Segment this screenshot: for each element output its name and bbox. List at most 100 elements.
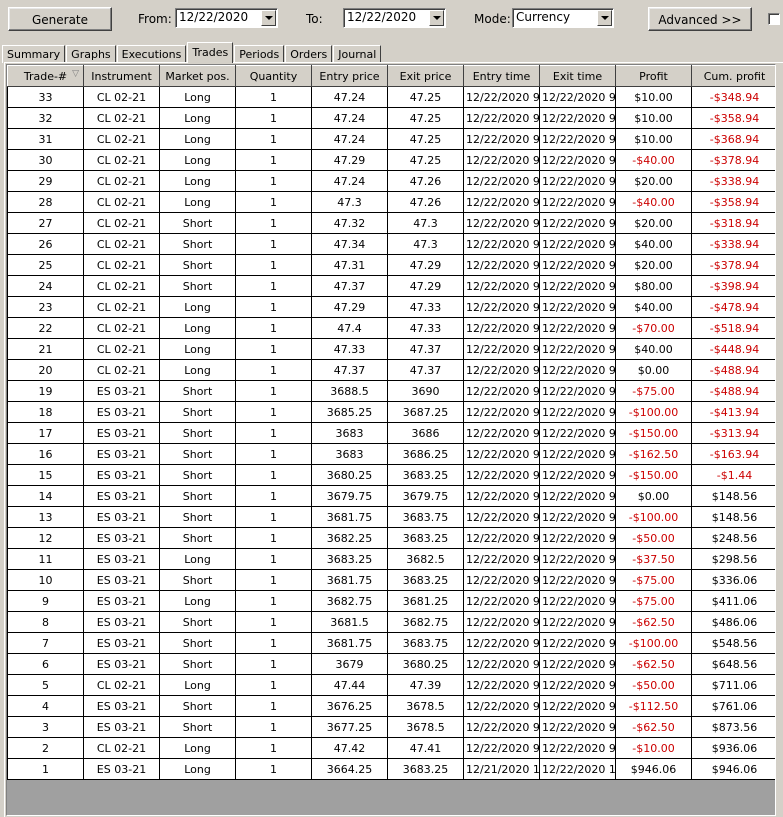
table-row[interactable]: 24 CL 02-21 Short 1 47.37 47.29 12/22/2020 9: 1…	[7, 275, 775, 297]
table-cell: 1	[235, 674, 312, 696]
table-cell: 12/22/2020 9:	[463, 170, 540, 192]
table-cell: 12/22/2020 9:	[463, 548, 540, 570]
table-cell: 47.41	[387, 737, 464, 759]
table-cell: 12/22/2020 9:	[539, 506, 616, 528]
table-row[interactable]: 10 ES 03-21 Short 1 3681.75 3683.25 12/22/2020…	[7, 569, 775, 591]
table-row[interactable]: 16 ES 03-21 Short 1 3683 3686.25 12/22/2020 9:…	[7, 443, 775, 465]
table-row[interactable]: 23 CL 02-21 Long 1 47.29 47.33 12/22/2020 9: 12…	[7, 296, 775, 318]
table-row[interactable]: 7 ES 03-21 Short 1 3681.75 3683.75 12/22/2020 …	[7, 632, 775, 654]
table-cell: ES 03-21	[83, 590, 160, 612]
table-cell: $873.56	[691, 716, 775, 738]
table-cell: Short	[159, 422, 236, 444]
table-row[interactable]: 27 CL 02-21 Short 1 47.32 47.3 12/22/2020 9: 12…	[7, 212, 775, 234]
table-row[interactable]: 22 CL 02-21 Long 1 47.4 47.33 12/22/2020 9: 12/…	[7, 317, 775, 339]
table-row[interactable]: 12 ES 03-21 Short 1 3682.25 3683.25 12/22/2020…	[7, 527, 775, 549]
table-row[interactable]: 8 ES 03-21 Short 1 3681.5 3682.75 12/22/2020 9…	[7, 611, 775, 633]
table-cell: Long	[159, 359, 236, 381]
table-cell: CL 02-21	[83, 338, 160, 360]
table-cell: 1	[235, 548, 312, 570]
table-row[interactable]: 6 ES 03-21 Short 1 3679 3680.25 12/22/2020 9: 1…	[7, 653, 775, 675]
table-cell: ES 03-21	[83, 464, 160, 486]
tab-executions[interactable]: Executions	[116, 45, 187, 63]
trades-grid[interactable]: Trade-# ▽ Instrument Market pos. Quantity Ent…	[6, 64, 776, 816]
table-cell: 12/22/2020 9:	[539, 86, 616, 108]
column-header[interactable]: Cum. profit	[691, 65, 775, 87]
column-header[interactable]: Profit	[615, 65, 692, 87]
table-row[interactable]: 15 ES 03-21 Short 1 3680.25 3683.25 12/22/2020…	[7, 464, 775, 486]
column-header[interactable]: Instrument	[83, 65, 160, 87]
table-row[interactable]: 26 CL 02-21 Short 1 47.34 47.3 12/22/2020 9: 12…	[7, 233, 775, 255]
table-row[interactable]: 13 ES 03-21 Short 1 3681.75 3683.75 12/22/2020…	[7, 506, 775, 528]
table-row[interactable]: 11 ES 03-21 Long 1 3683.25 3682.5 12/22/2020 9…	[7, 548, 775, 570]
tab-orders[interactable]: Orders	[285, 45, 333, 63]
table-cell: Short	[159, 254, 236, 276]
advanced-button[interactable]: Advanced >>	[648, 7, 752, 31]
table-row[interactable]: 25 CL 02-21 Short 1 47.31 47.29 12/22/2020 9: 1…	[7, 254, 775, 276]
table-cell: 1	[235, 296, 312, 318]
table-row[interactable]: 20 CL 02-21 Long 1 47.37 47.37 12/22/2020 9: 12…	[7, 359, 775, 381]
table-row[interactable]: 3 ES 03-21 Short 1 3677.25 3678.5 12/22/2020 9…	[7, 716, 775, 738]
tab-graphs[interactable]: Graphs	[66, 45, 116, 63]
table-cell: 3687.25	[387, 401, 464, 423]
column-header[interactable]: Quantity	[235, 65, 312, 87]
tab-journal[interactable]: Journal	[333, 45, 382, 63]
table-cell: 47.33	[387, 296, 464, 318]
table-cell: 12/22/2020 9:	[463, 401, 540, 423]
column-header[interactable]: Exit time	[539, 65, 616, 87]
table-cell: 12/22/2020 9:	[463, 296, 540, 318]
table-cell: 30	[7, 149, 84, 171]
table-row[interactable]: 17 ES 03-21 Short 1 3683 3686 12/22/2020 9: 12/…	[7, 422, 775, 444]
from-date-picker[interactable]: 12/22/2020	[175, 8, 278, 28]
table-cell: -$488.94	[691, 359, 775, 381]
table-cell: Short	[159, 212, 236, 234]
table-cell: 22	[7, 317, 84, 339]
table-cell: 12/22/2020 9:	[463, 569, 540, 591]
table-cell: ES 03-21	[83, 548, 160, 570]
table-cell: 12/22/2020 9:	[539, 611, 616, 633]
table-cell: 3680.25	[311, 464, 388, 486]
table-cell: ES 03-21	[83, 422, 160, 444]
table-row[interactable]: 4 ES 03-21 Short 1 3676.25 3678.5 12/22/2020 9…	[7, 695, 775, 717]
column-header[interactable]: Entry price	[311, 65, 388, 87]
table-cell: 3677.25	[311, 716, 388, 738]
column-header[interactable]: Market pos.	[159, 65, 236, 87]
table-cell: Short	[159, 506, 236, 528]
table-cell: -$62.50	[615, 716, 692, 738]
table-cell: 3681.75	[311, 569, 388, 591]
table-row[interactable]: 32 CL 02-21 Long 1 47.24 47.25 12/22/2020 9: 12…	[7, 107, 775, 129]
chevron-down-icon[interactable]	[429, 10, 444, 26]
table-cell: 12/22/2020 9:	[463, 737, 540, 759]
table-row[interactable]: 2 CL 02-21 Long 1 47.42 47.41 12/22/2020 9: 12/…	[7, 737, 775, 759]
table-cell: $336.06	[691, 569, 775, 591]
chevron-down-icon[interactable]	[261, 10, 276, 26]
tab-trades[interactable]: Trades	[187, 42, 234, 63]
checkbox[interactable]	[768, 13, 780, 25]
column-header[interactable]: Entry time	[463, 65, 540, 87]
generate-button[interactable]: Generate	[8, 7, 112, 31]
column-header-label: Cum. profit	[703, 69, 766, 83]
table-cell: 3683	[311, 443, 388, 465]
chevron-down-icon[interactable]	[597, 10, 612, 26]
tab-periods[interactable]: Periods	[234, 45, 285, 63]
column-header[interactable]: Exit price	[387, 65, 464, 87]
table-cell: $486.06	[691, 611, 775, 633]
table-row[interactable]: 5 CL 02-21 Long 1 47.44 47.39 12/22/2020 9: 12/…	[7, 674, 775, 696]
table-row[interactable]: 28 CL 02-21 Long 1 47.3 47.26 12/22/2020 9: 12/…	[7, 191, 775, 213]
to-date-picker[interactable]: 12/22/2020	[343, 8, 446, 28]
table-row[interactable]: 1 ES 03-21 Long 1 3664.25 3683.25 12/21/2020 1…	[7, 758, 775, 780]
table-row[interactable]: 14 ES 03-21 Short 1 3679.75 3679.75 12/22/2020…	[7, 485, 775, 507]
table-row[interactable]: 33 CL 02-21 Long 1 47.24 47.25 12/22/2020 9: 12…	[7, 86, 775, 108]
table-cell: -$478.94	[691, 296, 775, 318]
table-row[interactable]: 18 ES 03-21 Short 1 3685.25 3687.25 12/22/2020…	[7, 401, 775, 423]
table-cell: 12/22/2020 1	[539, 758, 616, 780]
table-row[interactable]: 29 CL 02-21 Long 1 47.24 47.26 12/22/2020 9: 12…	[7, 170, 775, 192]
table-row[interactable]: 30 CL 02-21 Long 1 47.29 47.25 12/22/2020 9: 12…	[7, 149, 775, 171]
mode-value: Currency	[516, 10, 571, 24]
mode-select[interactable]: Currency	[512, 8, 614, 28]
table-row[interactable]: 31 CL 02-21 Long 1 47.24 47.25 12/22/2020 9: 12…	[7, 128, 775, 150]
table-row[interactable]: 19 ES 03-21 Short 1 3688.5 3690 12/22/2020 9: 1…	[7, 380, 775, 402]
column-header[interactable]: Trade-# ▽	[7, 65, 84, 87]
tab-summary[interactable]: Summary	[2, 45, 66, 63]
table-row[interactable]: 9 ES 03-21 Long 1 3682.75 3681.25 12/22/2020 9…	[7, 590, 775, 612]
table-row[interactable]: 21 CL 02-21 Long 1 47.33 47.37 12/22/2020 9: 12…	[7, 338, 775, 360]
